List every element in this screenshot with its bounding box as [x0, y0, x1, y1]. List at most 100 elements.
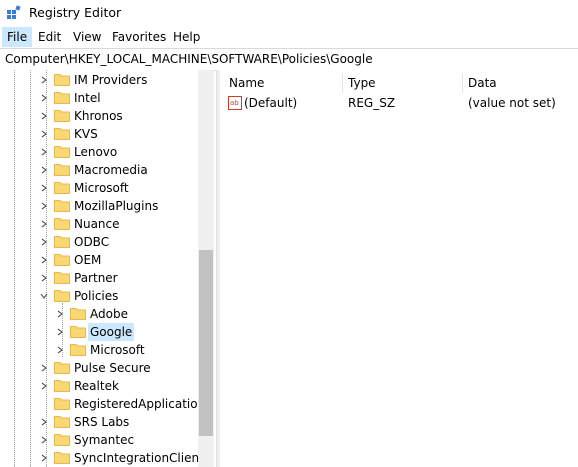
- tree-item[interactable]: Policies: [0, 287, 200, 305]
- tree-item[interactable]: IM Providers: [0, 71, 200, 89]
- chevron-right-icon[interactable]: [40, 202, 48, 210]
- tree-item-label: Partner: [74, 271, 118, 285]
- tree-item[interactable]: Symantec: [0, 431, 200, 449]
- address-path[interactable]: Computer\HKEY_LOCAL_MACHINE\SOFTWARE\Pol…: [5, 52, 373, 66]
- tree-item-label: Macromedia: [74, 163, 148, 177]
- value-name: (Default): [244, 96, 298, 110]
- tree-item-label: Microsoft: [90, 343, 145, 357]
- chevron-right-icon[interactable]: [40, 238, 48, 246]
- tree-item[interactable]: Pulse Secure: [0, 359, 200, 377]
- menu-file[interactable]: File: [2, 27, 33, 47]
- tree-scrollbar-thumb[interactable]: [199, 250, 213, 436]
- folder-icon: [54, 164, 70, 176]
- chevron-right-icon[interactable]: [40, 130, 48, 138]
- folder-icon: [54, 398, 70, 410]
- folder-icon: [54, 362, 70, 374]
- folder-icon: [54, 452, 70, 464]
- chevron-right-icon[interactable]: [56, 346, 64, 354]
- chevron-right-icon[interactable]: [40, 76, 48, 84]
- tree-item[interactable]: Google: [0, 323, 200, 341]
- tree-item[interactable]: Microsoft: [0, 179, 200, 197]
- chevron-right-icon[interactable]: [40, 436, 48, 444]
- tree-item-label: Lenovo: [74, 145, 118, 159]
- menu-view[interactable]: View: [68, 27, 106, 47]
- tree-item-label: Nuance: [74, 217, 120, 231]
- folder-icon: [54, 380, 70, 392]
- folder-icon: [54, 182, 70, 194]
- tree-item[interactable]: MozillaPlugins: [0, 197, 200, 215]
- menu-favorites[interactable]: Favorites: [107, 27, 171, 47]
- tree-item[interactable]: Lenovo: [0, 143, 200, 161]
- value-data: (value not set): [468, 96, 556, 110]
- chevron-right-icon[interactable]: [40, 382, 48, 390]
- tree-item[interactable]: Macromedia: [0, 161, 200, 179]
- chevron-right-icon[interactable]: [56, 310, 64, 318]
- column-header-name[interactable]: Name: [229, 73, 264, 93]
- folder-icon: [54, 236, 70, 248]
- folder-icon: [54, 218, 70, 230]
- values-list[interactable]: Name Type Data ab (Default) REG_SZ (valu…: [220, 70, 578, 467]
- folder-icon: [70, 308, 86, 320]
- tree-item[interactable]: SyncIntegrationClients: [0, 449, 210, 467]
- menu-help[interactable]: Help: [168, 27, 205, 47]
- tree-item[interactable]: OEM: [0, 251, 200, 269]
- chevron-right-icon[interactable]: [40, 418, 48, 426]
- column-header-type[interactable]: Type: [348, 73, 376, 93]
- chevron-right-icon[interactable]: [40, 184, 48, 192]
- tree-item[interactable]: SRS Labs: [0, 413, 200, 431]
- tree-item[interactable]: Nuance: [0, 215, 200, 233]
- folder-icon: [70, 344, 86, 356]
- tree-item-label: KVS: [74, 127, 98, 141]
- chevron-right-icon[interactable]: [56, 328, 64, 336]
- chevron-right-icon[interactable]: [40, 112, 48, 120]
- tree-item-label: Khronos: [74, 109, 123, 123]
- tree-item-label: Policies: [74, 289, 119, 303]
- chevron-right-icon[interactable]: [40, 454, 48, 462]
- column-separator[interactable]: [462, 73, 463, 93]
- chevron-right-icon[interactable]: [40, 274, 48, 282]
- folder-icon: [54, 434, 70, 446]
- folder-icon: [70, 326, 86, 338]
- chevron-right-icon[interactable]: [40, 220, 48, 228]
- tree-item-label: ODBC: [74, 235, 110, 249]
- chevron-right-icon[interactable]: [40, 94, 48, 102]
- folder-icon: [54, 272, 70, 284]
- tree-item[interactable]: Microsoft: [0, 341, 200, 359]
- tree-item[interactable]: Realtek: [0, 377, 200, 395]
- address-bar[interactable]: Computer\HKEY_LOCAL_MACHINE\SOFTWARE\Pol…: [0, 48, 578, 71]
- tree-item[interactable]: ODBC: [0, 233, 200, 251]
- folder-icon: [54, 110, 70, 122]
- folder-icon: [54, 128, 70, 140]
- column-header-data[interactable]: Data: [468, 73, 497, 93]
- folder-icon: [54, 92, 70, 104]
- tree-item-label: Pulse Secure: [74, 361, 151, 375]
- tree-item[interactable]: Partner: [0, 269, 200, 287]
- tree-item-label: Google: [88, 323, 135, 341]
- window-title: Registry Editor: [29, 5, 122, 20]
- chevron-down-icon[interactable]: [40, 292, 48, 300]
- tree-item[interactable]: Adobe: [0, 305, 200, 323]
- value-type: REG_SZ: [348, 96, 396, 110]
- folder-icon: [54, 416, 70, 428]
- tree-item-label: MozillaPlugins: [74, 199, 159, 213]
- chevron-right-icon[interactable]: [40, 166, 48, 174]
- chevron-right-icon[interactable]: [40, 148, 48, 156]
- tree-item-label: IM Providers: [74, 73, 148, 87]
- tree-item-label: Symantec: [74, 433, 135, 447]
- tree-item-label: OEM: [74, 253, 102, 267]
- tree-item[interactable]: Khronos: [0, 107, 200, 125]
- menu-bar: File Edit View Favorites Help: [0, 27, 578, 47]
- folder-icon: [54, 74, 70, 86]
- tree-item[interactable]: KVS: [0, 125, 200, 143]
- tree-item[interactable]: RegisteredApplications: [0, 395, 211, 413]
- value-row[interactable]: ab (Default) REG_SZ (value not set): [220, 94, 578, 112]
- tree-item[interactable]: Intel: [0, 89, 200, 107]
- chevron-right-icon[interactable]: [40, 256, 48, 264]
- tree-item-label: Microsoft: [74, 181, 129, 195]
- folder-icon: [54, 254, 70, 266]
- menu-edit[interactable]: Edit: [33, 27, 66, 47]
- key-tree[interactable]: IM Providers Intel Khronos KVS Lenovo Macrome…: [0, 70, 212, 467]
- column-separator[interactable]: [342, 73, 343, 93]
- chevron-right-icon[interactable]: [40, 364, 48, 372]
- registry-editor-icon: [7, 5, 21, 19]
